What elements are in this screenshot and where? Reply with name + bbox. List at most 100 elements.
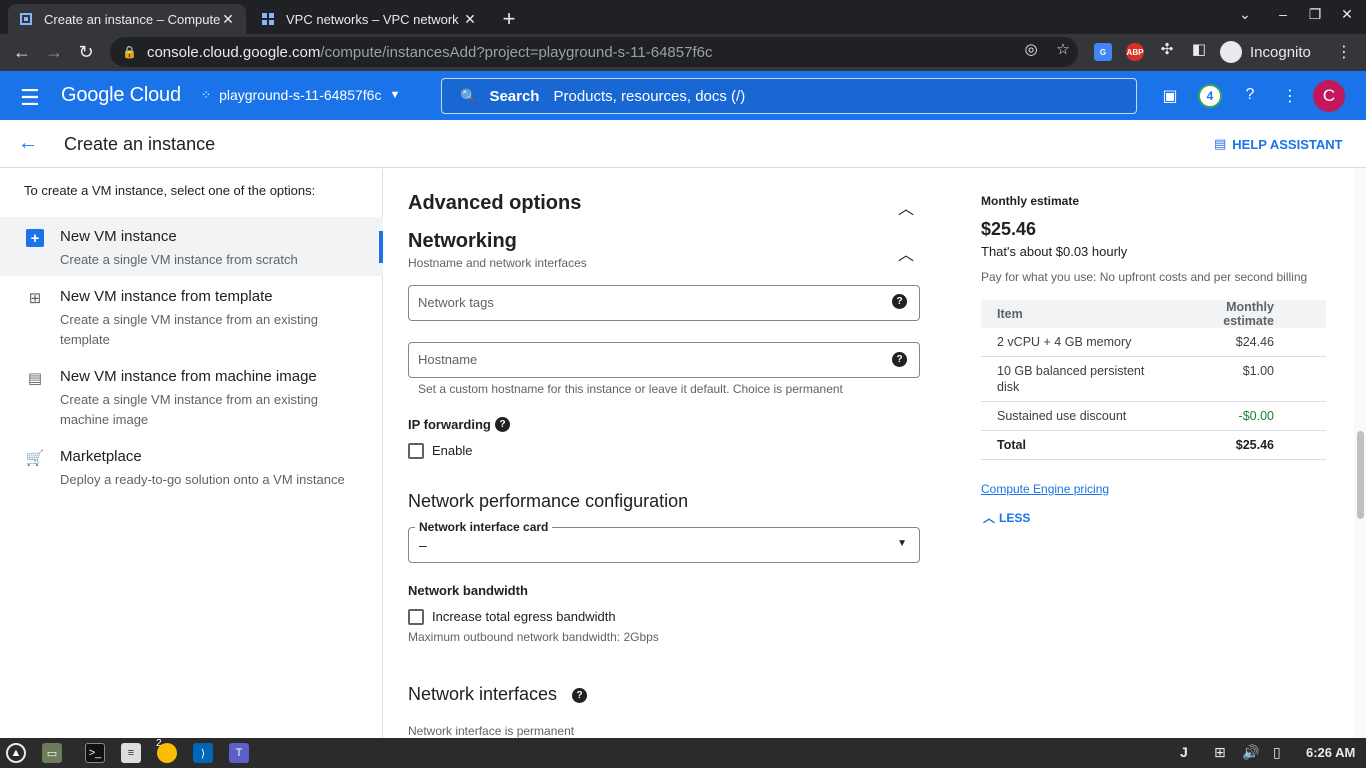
ip-forwarding-checkbox[interactable] — [408, 443, 424, 459]
help-icon[interactable]: ? — [1240, 86, 1260, 104]
scroll-thumb[interactable] — [1357, 431, 1364, 519]
chevron-down-icon: ▼ — [897, 538, 907, 549]
option-from-template[interactable]: ⊞ New VM instance from template Create a… — [0, 277, 383, 357]
new-tab-button[interactable]: + — [498, 6, 520, 32]
tab-search-icon[interactable]: ⌄ — [1235, 6, 1255, 23]
volume-icon[interactable]: 🔊 — [1242, 744, 1259, 761]
total-label: Total — [981, 430, 1166, 460]
pricing-link[interactable]: Compute Engine pricing — [981, 482, 1109, 496]
search-input[interactable]: 🔍 Search Products, resources, docs (/) — [441, 78, 1137, 114]
table-row: 10 GB balanced persistent disk $1.00 — [981, 356, 1326, 402]
network-tags-input[interactable]: Network tags — [408, 285, 920, 321]
project-name: playground-s-11-64857f6c — [219, 87, 382, 103]
option-new-vm[interactable]: + New VM instance Create a single VM ins… — [0, 217, 383, 276]
compute-favicon-icon — [18, 11, 34, 27]
tracking-off-icon[interactable]: ◎ — [1021, 40, 1041, 58]
egress-bandwidth-checkbox[interactable] — [408, 609, 424, 625]
text-editor-icon[interactable]: ≡ — [121, 743, 141, 763]
networking-heading: Networking — [408, 230, 517, 252]
settings-menu-icon[interactable]: ⋮ — [1280, 86, 1300, 106]
table-row-total: Total $25.46 — [981, 430, 1326, 460]
nic-select[interactable]: Network interface card – ▼ — [408, 520, 920, 563]
enable-label: Enable — [432, 443, 473, 458]
restore-button[interactable]: ❐ — [1305, 6, 1325, 23]
side-panel-icon[interactable]: ◧ — [1189, 40, 1209, 58]
search-icon: 🔍 — [460, 87, 478, 104]
browser-menu-icon[interactable]: ⋮ — [1336, 42, 1352, 62]
collapse-advanced-icon[interactable]: ︿ — [898, 195, 914, 219]
cloud-shell-icon[interactable]: ▣ — [1160, 86, 1180, 106]
close-tab-icon[interactable]: ✕ — [462, 11, 478, 28]
project-picker[interactable]: ⁘ playground-s-11-64857f6c ▼ — [201, 87, 400, 103]
cloud-header: ☰ Google Cloud ⁘ playground-s-11-64857f6… — [0, 71, 1366, 120]
row-item: 10 GB balanced persistent disk — [981, 356, 1166, 402]
help-assistant-button[interactable]: ▤ HELP ASSISTANT — [1214, 136, 1343, 152]
options-intro: To create a VM instance, select one of t… — [24, 183, 316, 198]
close-tab-icon[interactable]: ✕ — [220, 11, 236, 28]
translate-extension-icon[interactable]: G — [1094, 43, 1112, 61]
hostname-placeholder: Hostname — [418, 352, 478, 367]
notifications-badge[interactable]: 4 — [1198, 84, 1222, 108]
reload-icon[interactable]: ↻ — [75, 42, 97, 63]
back-icon[interactable]: ← — [11, 42, 33, 63]
row-cost: $24.46 — [1165, 328, 1326, 357]
file-manager-icon[interactable]: ▭ — [42, 743, 62, 763]
lock-icon: 🔒 — [122, 45, 137, 59]
net-interfaces-heading: Network interfaces — [408, 684, 558, 704]
address-bar[interactable]: 🔒 console.cloud.google.com/compute/insta… — [110, 37, 1078, 67]
nic-value: – — [419, 537, 427, 553]
network-icon[interactable]: ⊞ — [1214, 744, 1226, 761]
less-button[interactable]: ︿ LESS — [983, 509, 1030, 526]
incognito-indicator[interactable]: Incognito — [1220, 41, 1311, 63]
avatar[interactable]: C — [1313, 80, 1345, 112]
google-cloud-logo[interactable]: Google Cloud — [61, 84, 181, 107]
collapse-networking-icon[interactable]: ︿ — [898, 241, 914, 265]
table-row: Sustained use discount -$0.00 — [981, 401, 1326, 431]
chrome-window-count: 2 — [156, 738, 162, 749]
page-scrollbar[interactable] — [1354, 169, 1366, 738]
option-from-machine-image[interactable]: ▤ New VM instance from machine image Cre… — [0, 357, 383, 437]
teams-icon[interactable]: T — [229, 743, 249, 763]
main-menu-icon[interactable]: ☰ — [20, 85, 40, 111]
billing-note: Pay for what you use: No upfront costs a… — [981, 270, 1308, 284]
row-cost: $1.00 — [1165, 356, 1326, 402]
less-label: LESS — [999, 510, 1031, 525]
os-taskbar: ▲ ▭ >_ ≡ 2 ⟩ T J ⊞ 🔊 ▯ 6:26 AM — [0, 738, 1366, 768]
option-name: Marketplace — [60, 448, 142, 465]
selection-indicator — [379, 231, 383, 263]
vscode-icon[interactable]: ⟩ — [193, 743, 213, 763]
browser-tabstrip: Create an instance – Compute ✕ VPC netwo… — [0, 0, 1366, 34]
bookmark-star-icon[interactable]: ☆ — [1053, 40, 1073, 58]
tab-vpc-networks[interactable]: VPC networks – VPC network ✕ — [250, 4, 488, 34]
hostname-input[interactable]: Hostname — [408, 342, 920, 378]
chevron-down-icon: ▼ — [389, 89, 401, 101]
chat-icon: ▤ — [1214, 136, 1227, 151]
battery-icon[interactable]: ▯ — [1273, 744, 1281, 761]
option-name: New VM instance from template — [60, 288, 273, 305]
option-marketplace[interactable]: 🛒 Marketplace Deploy a ready-to-go solut… — [0, 437, 383, 497]
row-item: 2 vCPU + 4 GB memory — [981, 328, 1166, 357]
col-estimate: Monthly estimate — [1165, 300, 1326, 328]
col-item: Item — [981, 300, 1166, 328]
tab-create-instance[interactable]: Create an instance – Compute ✕ — [8, 4, 246, 34]
hostname-help-icon[interactable]: ? — [892, 352, 907, 367]
extensions-puzzle-icon[interactable]: ✣ — [1157, 40, 1177, 58]
forward-icon[interactable]: → — [43, 42, 65, 63]
machine-image-icon: ▤ — [27, 370, 43, 387]
net-interfaces-help-icon[interactable]: ? — [572, 688, 587, 703]
terminal-icon[interactable]: >_ — [85, 743, 105, 763]
back-arrow-icon[interactable]: ← — [18, 132, 38, 155]
minimize-button[interactable]: – — [1273, 6, 1293, 22]
adblock-extension-icon[interactable]: ABP — [1126, 43, 1144, 61]
launcher-icon[interactable]: ▲ — [6, 743, 26, 763]
option-name: New VM instance — [60, 228, 177, 245]
ip-forwarding-help-icon[interactable]: ? — [495, 417, 510, 432]
monthly-estimate-panel: Monthly estimate $25.46 That's about $0.… — [964, 169, 1354, 738]
close-window-button[interactable]: ✕ — [1337, 6, 1357, 23]
url-host: console.cloud.google.com — [146, 43, 321, 61]
network-tags-help-icon[interactable]: ? — [892, 294, 907, 309]
clock[interactable]: 6:26 AM — [1306, 745, 1355, 760]
chevron-up-icon: ︿ — [983, 511, 996, 525]
tray-app-icon[interactable]: J — [1180, 744, 1188, 760]
page-titlebar: ← Create an instance ▤ HELP ASSISTANT — [0, 120, 1366, 168]
